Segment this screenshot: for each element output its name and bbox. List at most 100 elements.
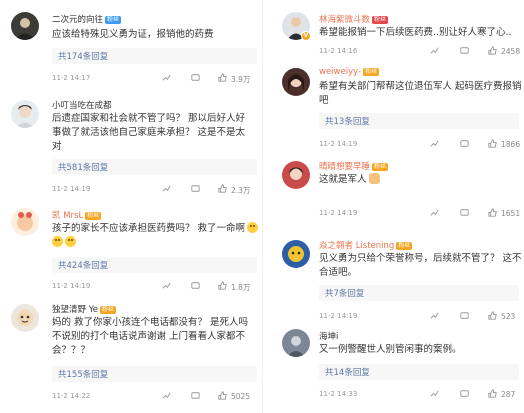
share-icon[interactable] [161,390,172,401]
fan-badge: 粉丝 [85,212,102,220]
like-icon[interactable] [487,45,498,56]
smile-emoji-icon [52,236,63,247]
comment-icon[interactable] [190,183,201,194]
comment-item: weiweiyy- 粉丝 希望有关部门帮帮这位退伍军人 起码医疗费报销 吧 共13… [263,62,524,157]
like-count: 5025 [231,392,251,401]
share-icon[interactable] [429,138,440,149]
comment-time: 11-2 14:19 [319,209,358,217]
like-count: 523 [501,312,516,321]
comment-icon[interactable] [459,45,470,56]
comment-text: 孩子的家长不应该承担医药费吗？ 救了一命啊 [52,222,260,250]
like-icon[interactable] [487,388,498,399]
like-icon[interactable] [217,390,228,401]
username[interactable]: 焱之翱者 Listening 粉丝 [319,239,413,251]
share-icon[interactable] [161,280,172,291]
comment-time: 11-2 14:17 [52,74,91,82]
replies-link[interactable]: 共424条回复 [52,257,257,273]
share-icon[interactable] [161,72,172,83]
comment-item: 晴晴想要早睡 粉丝 这就是军人 11-2 14:19 1651 [263,157,524,224]
comment-time: 11-2 14:19 [319,312,358,320]
comment-text: 希望能报销一下后续医药费..别让好人寒了心.. [319,27,512,38]
avatar[interactable] [282,329,310,357]
comment-time: 11-2 14:19 [52,282,91,290]
avatar[interactable] [282,240,310,268]
replies-link[interactable]: 共174条回复 [52,48,257,64]
like-icon[interactable] [217,280,228,291]
avatar[interactable] [11,100,39,128]
comment-icon[interactable] [459,207,470,218]
replies-link[interactable]: 共155条回复 [52,366,257,382]
avatar[interactable] [11,304,39,332]
comment-icon[interactable] [459,388,470,399]
replies-link[interactable]: 共14条回复 [319,364,519,380]
share-icon[interactable] [429,310,440,321]
username[interactable]: 晴晴想要早睡 粉丝 [319,160,389,172]
right-comment-column: V 林海紫微斗数 粉丝 希望能报销一下后续医药费..别让好人寒了心.. 11-2 … [262,0,524,413]
like-count: 1.8万 [231,283,251,292]
thumbs-up-emoji-icon [368,173,380,184]
comment-item: 独望清野 Ye 粉丝 妈的 救了你家小孩连个电话都没有？ 是死人吗 不说别的打个电… [0,296,262,413]
avatar[interactable]: V [282,12,311,41]
username[interactable]: 凯 MrsL 粉丝 [52,209,102,221]
comment-icon[interactable] [459,310,470,321]
comment-time: 11-2 14:19 [52,185,91,193]
avatar[interactable] [11,208,39,236]
replies-link[interactable]: 共13条回复 [319,113,519,129]
fan-badge: 粉丝 [372,163,389,171]
like-count: 1866 [501,140,521,149]
verified-icon: V [301,31,311,41]
comment-time: 11-2 14:16 [319,47,358,55]
smile-emoji-icon [247,222,259,233]
like-count: 287 [501,390,516,399]
like-icon[interactable] [217,183,228,194]
fan-badge: 粉丝 [396,242,413,250]
username[interactable]: 小叮当吃在成都 [52,99,112,111]
avatar[interactable] [11,12,39,40]
comment-icon[interactable] [190,280,201,291]
comment-item: 凯 MrsL 粉丝 孩子的家长不应该承担医药费吗？ 救了一命啊 共424条回复 1… [0,204,262,296]
comment-item: 海坤i 又一例警醒世人别管闲事的案例。 共14条回复 11-2 14:33 28… [263,324,524,413]
comment-item: 小叮当吃在成都 后遗症国家和社会就不管了吗？ 那以后好人好 事做了就活该他自己家… [0,95,262,204]
comment-text: 妈的 救了你家小孩连个电话都没有？ 是死人吗 不说别的打个电话说声谢谢 上门看看… [52,317,249,356]
comment-icon[interactable] [190,390,201,401]
comment-time: 11-2 14:19 [319,140,358,148]
like-count: 3.9万 [231,75,251,84]
like-count: 2458 [501,47,521,56]
comment-text: 见义勇为只给个荣誉称号，后续就不管了？ 这不 合适吧。 [319,253,522,278]
left-comment-column: 二次元的向往 粉丝 应该给特殊见义勇为证，报销他的药费 共174条回复 11-2 … [0,0,262,413]
username[interactable]: 林海紫微斗数 粉丝 [319,13,389,25]
comment-item: 焱之翱者 Listening 粉丝 见义勇为只给个荣誉称号，后续就不管了？ 这不 … [263,224,524,324]
username[interactable]: 二次元的向往 粉丝 [52,13,122,25]
like-icon[interactable] [217,72,228,83]
replies-link[interactable]: 共7条回复 [319,285,519,301]
share-icon[interactable] [161,183,172,194]
comment-icon[interactable] [190,72,201,83]
comment-text: 又一例警醒世人别管闲事的案例。 [319,344,462,355]
comment-text: 后遗症国家和社会就不管了吗？ 那以后好人好 事做了就活该他自己家庭来承担？ 这是… [52,113,246,152]
share-icon[interactable] [429,388,440,399]
replies-link[interactable]: 共581条回复 [52,159,257,175]
avatar[interactable] [282,68,310,96]
comment-text: 应该给特殊见义勇为证，报销他的药费 [52,29,214,40]
like-count: 1651 [501,209,521,218]
share-icon[interactable] [429,45,440,56]
username[interactable]: weiweiyy- 粉丝 [319,67,380,77]
comment-text: 希望有关部门帮帮这位退伍军人 起码医疗费报销 吧 [319,81,522,106]
smile-emoji-icon [65,236,76,247]
comment-icon[interactable] [459,138,470,149]
comment-item: 二次元的向往 粉丝 应该给特殊见义勇为证，报销他的药费 共174条回复 11-2 … [0,0,262,95]
like-icon[interactable] [487,310,498,321]
like-icon[interactable] [487,138,498,149]
like-count: 2.3万 [231,186,251,195]
comment-time: 11-2 14:33 [319,390,358,398]
comment-item: V 林海紫微斗数 粉丝 希望能报销一下后续医药费..别让好人寒了心.. 11-2 … [263,0,524,62]
fan-badge: 粉丝 [105,16,122,24]
share-icon[interactable] [429,207,440,218]
fan-badge: 粉丝 [363,68,380,76]
username[interactable]: 独望清野 Ye 粉丝 [52,303,117,315]
username[interactable]: 海坤i [319,330,338,342]
avatar[interactable] [282,161,310,189]
comment-time: 11-2 14:22 [52,392,91,400]
like-icon[interactable] [487,207,498,218]
fan-badge: 粉丝 [100,306,117,314]
